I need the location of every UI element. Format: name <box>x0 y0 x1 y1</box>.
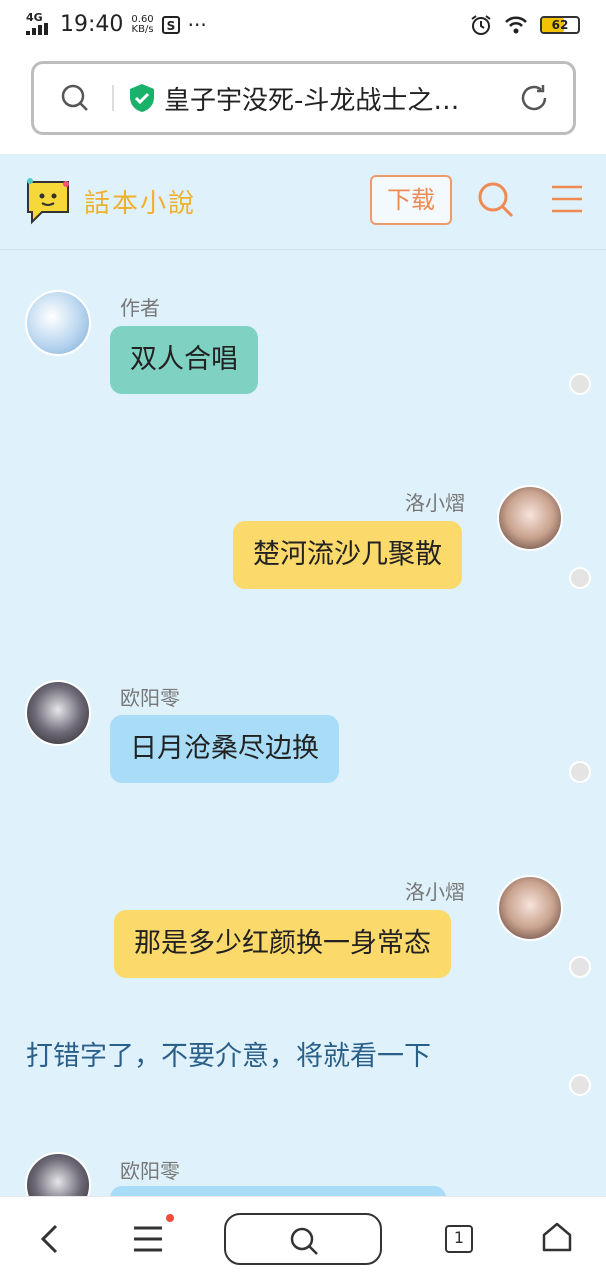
search-icon <box>290 1227 318 1255</box>
message-bubble <box>110 1186 446 1196</box>
sender-name: 欧阳零 <box>120 686 180 710</box>
speed-value: 0.60 <box>131 13 154 25</box>
status-bar: 4G 19:40 0.60 KB/s S ··· 62 <box>0 0 606 56</box>
network-type: 4G <box>26 10 43 24</box>
avatar[interactable] <box>25 1152 91 1196</box>
speed-unit: KB/s <box>131 23 154 35</box>
site-header: 話本小說 下载 <box>0 154 606 250</box>
svg-text:S: S <box>166 19 175 33</box>
browser-bottom-bar: 1 <box>0 1196 606 1280</box>
network-speed: 0.60 KB/s <box>131 13 154 35</box>
search-pill-button[interactable] <box>224 1213 382 1265</box>
site-logo[interactable]: 話本小說 <box>22 176 196 226</box>
logo-text: 話本小說 <box>84 188 197 219</box>
chat-page: 話本小說 下载 作者 双人合唱 洛小熠 楚河流沙几聚散 欧阳零 日月沧桑尽边换 … <box>0 154 606 1196</box>
search-icon[interactable] <box>476 180 516 220</box>
message-status-dot <box>569 761 591 783</box>
message-bubble: 楚河流沙几聚散 <box>233 521 462 589</box>
signal-icon: 4G <box>26 10 52 37</box>
refresh-icon[interactable] <box>519 83 549 113</box>
back-icon[interactable] <box>38 1223 62 1255</box>
logo-icon <box>27 178 69 225</box>
message-status-dot <box>569 373 591 395</box>
notification-dot <box>166 1214 174 1222</box>
message-bubble: 双人合唱 <box>110 326 258 394</box>
sender-name: 洛小熠 <box>405 880 465 904</box>
menu-icon[interactable] <box>132 1225 164 1253</box>
avatar[interactable] <box>25 290 91 356</box>
divider <box>112 85 114 111</box>
wifi-icon <box>505 16 527 34</box>
sender-name: 洛小熠 <box>405 491 465 515</box>
page-title[interactable]: 皇子宇没死-斗龙战士之… <box>164 80 494 117</box>
menu-icon[interactable] <box>550 184 584 214</box>
message-status-dot <box>569 567 591 589</box>
battery-icon: 62 <box>540 16 580 34</box>
message-status-dot <box>569 1074 591 1096</box>
avatar[interactable] <box>497 485 563 551</box>
avatar[interactable] <box>25 680 91 746</box>
battery-level: 62 <box>551 18 569 32</box>
tabs-button[interactable]: 1 <box>445 1225 473 1253</box>
secure-shield-icon <box>130 84 154 112</box>
home-icon[interactable] <box>541 1221 573 1253</box>
clock: 19:40 <box>60 12 124 37</box>
message-status-dot <box>569 956 591 978</box>
tab-count: 1 <box>453 1228 465 1247</box>
more-notifications: ··· <box>187 12 207 37</box>
sender-name: 作者 <box>120 296 160 320</box>
notification-icon: S <box>161 15 180 34</box>
avatar[interactable] <box>497 875 563 941</box>
author-note: 打错字了，不要介意，将就看一下 <box>26 1041 431 1072</box>
alarm-icon <box>471 15 491 35</box>
message-bubble: 那是多少红颜换一身常态 <box>114 910 451 978</box>
search-icon[interactable] <box>60 83 90 113</box>
address-bar[interactable]: 皇子宇没死-斗龙战士之… <box>31 61 576 135</box>
sender-name: 欧阳零 <box>120 1159 180 1183</box>
message-bubble: 日月沧桑尽边换 <box>110 715 339 783</box>
download-button[interactable]: 下载 <box>370 175 452 225</box>
